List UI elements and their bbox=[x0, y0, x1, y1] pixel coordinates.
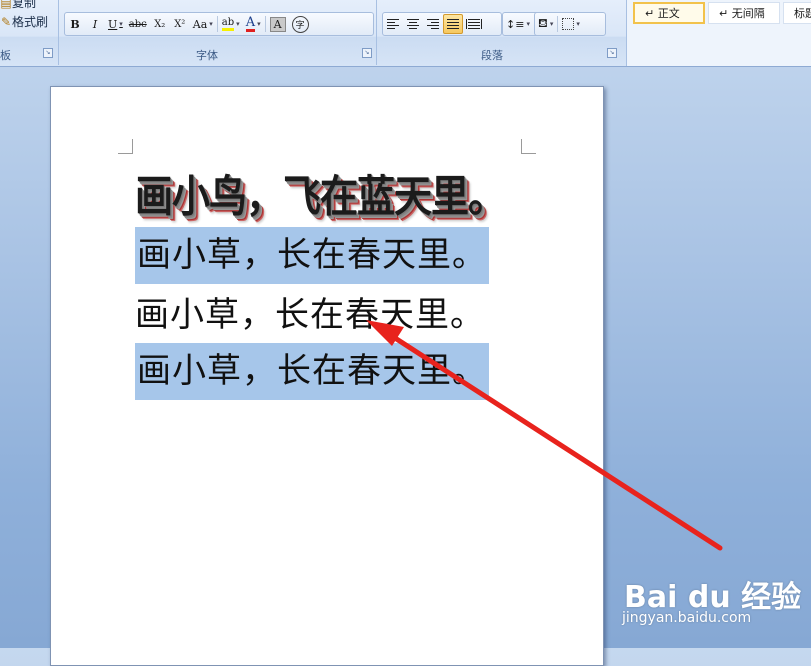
ribbon: ▤复制 ✎格式刷 板 ↘ B I U abc X₂ X² Aa ab A A 字… bbox=[0, 0, 811, 67]
text-line[interactable]: 画小草，长在春天里。 bbox=[135, 288, 485, 343]
align-center-button[interactable] bbox=[403, 14, 423, 34]
align-left-icon bbox=[387, 19, 399, 29]
group-divider bbox=[376, 0, 377, 65]
char-shading-icon: A bbox=[269, 16, 286, 32]
style-normal[interactable]: ↵ 正文 bbox=[633, 2, 705, 24]
borders-button[interactable] bbox=[559, 14, 583, 34]
text-line-selected[interactable]: 画小草，长在春天里。 bbox=[135, 227, 489, 284]
enclose-char-icon: 字 bbox=[291, 15, 309, 33]
character-shading-button[interactable]: A bbox=[267, 14, 289, 34]
font-dialog-launcher[interactable]: ↘ bbox=[362, 48, 372, 58]
document-page[interactable]: 画小鸟，飞在蓝天里。 画小草，长在春天里。 画小草，长在春天里。 画小草，长在春… bbox=[50, 86, 604, 666]
highlighter-icon: ab bbox=[221, 17, 235, 31]
toolbar-separator bbox=[216, 16, 218, 32]
font-color-button[interactable]: A bbox=[243, 14, 264, 34]
distributed-icon bbox=[466, 19, 482, 29]
change-case-button[interactable]: Aa bbox=[190, 14, 216, 34]
margin-corner-mark bbox=[118, 139, 133, 154]
borders-icon bbox=[562, 18, 575, 30]
bold-button[interactable]: B bbox=[65, 14, 85, 34]
font-group-label: 字体 bbox=[196, 49, 218, 62]
line-spacing-button[interactable]: ↕≡ bbox=[503, 14, 533, 34]
shading-button[interactable]: ⛾ bbox=[535, 14, 556, 34]
paintbrush-icon: ✎ bbox=[0, 15, 12, 29]
paragraph-group-label: 段落 bbox=[481, 49, 503, 62]
toolbar-separator bbox=[264, 16, 266, 32]
subscript-button[interactable]: X₂ bbox=[150, 14, 170, 34]
paragraph-dialog-launcher[interactable]: ↘ bbox=[607, 48, 617, 58]
copy-icon: ▤ bbox=[0, 0, 12, 10]
highlight-button[interactable]: ab bbox=[219, 14, 243, 34]
shading-border-toolbar: ⛾ bbox=[534, 12, 606, 36]
align-right-icon bbox=[427, 19, 439, 29]
paragraph-align-toolbar bbox=[382, 12, 502, 36]
styles-gallery: ↵ 正文 ↵ 无间隔 标题 bbox=[626, 0, 811, 66]
paint-bucket-icon: ⛾ bbox=[538, 16, 548, 30]
align-left-button[interactable] bbox=[383, 14, 403, 34]
justify-icon bbox=[447, 19, 459, 29]
align-right-button[interactable] bbox=[423, 14, 443, 34]
line-spacing-icon: ↕≡ bbox=[506, 17, 525, 31]
superscript-button[interactable]: X² bbox=[170, 14, 190, 34]
clipboard-group-label: 板 bbox=[0, 49, 11, 62]
wordart-text-line[interactable]: 画小鸟，飞在蓝天里。 bbox=[135, 161, 506, 224]
strikethrough-button[interactable]: abc bbox=[126, 14, 150, 34]
enclose-characters-button[interactable]: 字 bbox=[289, 14, 312, 34]
font-format-toolbar: B I U abc X₂ X² Aa ab A A 字 bbox=[64, 12, 374, 36]
group-divider bbox=[58, 0, 59, 65]
style-no-spacing[interactable]: ↵ 无间隔 bbox=[708, 2, 780, 24]
style-heading[interactable]: 标题 bbox=[783, 2, 811, 24]
margin-corner-mark bbox=[521, 139, 536, 154]
justify-button[interactable] bbox=[443, 14, 463, 34]
clipboard-dialog-launcher[interactable]: ↘ bbox=[43, 48, 53, 58]
text-line-selected[interactable]: 画小草，长在春天里。 bbox=[135, 343, 489, 400]
italic-button[interactable]: I bbox=[85, 14, 105, 34]
watermark-url: jingyan.baidu.com bbox=[622, 610, 752, 626]
underline-button[interactable]: U bbox=[105, 14, 126, 34]
format-painter-button[interactable]: ✎格式刷 bbox=[0, 13, 48, 30]
align-center-icon bbox=[407, 19, 419, 29]
font-color-icon: A bbox=[245, 14, 256, 32]
distributed-button[interactable] bbox=[463, 14, 485, 34]
toolbar-separator bbox=[557, 16, 559, 32]
copy-button[interactable]: ▤复制 bbox=[0, 0, 36, 11]
